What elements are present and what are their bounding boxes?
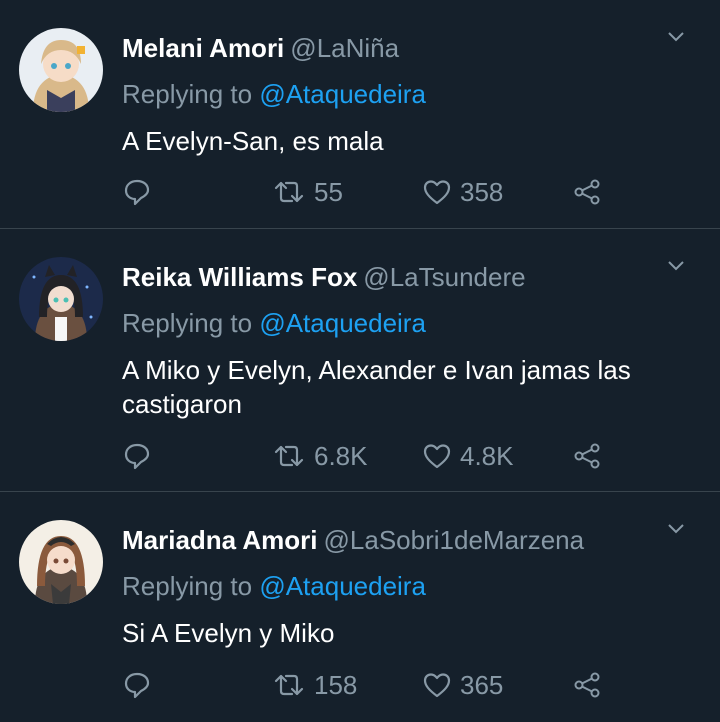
tweet-header: Mariadna Amori @LaSobri1deMarzena (122, 524, 584, 556)
like-icon (423, 673, 451, 698)
tweet[interactable]: Melani Amori @LaNiña Replying to @Ataqued… (0, 0, 720, 229)
reply-icon (124, 672, 150, 699)
reply-icon (124, 179, 150, 206)
replying-to: Replying to @Ataquedeira (122, 570, 426, 602)
retweet-count: 55 (314, 176, 343, 207)
retweet-button[interactable]: 55 (272, 174, 343, 210)
reply-button[interactable] (122, 174, 152, 210)
tweet[interactable]: Mariadna Amori @LaSobri1deMarzena Replyin… (0, 492, 720, 722)
avatar[interactable] (19, 28, 103, 112)
like-count: 358 (460, 176, 504, 207)
like-button[interactable]: 4.8K (422, 438, 514, 474)
tweet[interactable]: Reika Williams Fox @LaTsundere Replying t… (0, 229, 720, 492)
tweet-actions: 55 358 (122, 174, 622, 210)
share-icon (574, 672, 600, 698)
share-icon (574, 443, 600, 469)
reply-button[interactable] (122, 667, 152, 703)
share-button[interactable] (572, 438, 602, 474)
tweet-text: Si A Evelyn y Miko (122, 618, 335, 648)
like-button[interactable]: 358 (422, 174, 503, 210)
display-name[interactable]: Mariadna Amori (122, 525, 318, 555)
tweet-actions: 6.8K 4.8K (122, 438, 622, 474)
share-icon (574, 179, 600, 205)
chevron-down-icon[interactable] (666, 259, 686, 273)
retweet-button[interactable]: 158 (272, 667, 357, 703)
display-name[interactable]: Melani Amori (122, 33, 284, 63)
user-handle[interactable]: @LaNiña (290, 33, 399, 63)
like-count: 365 (460, 669, 504, 700)
display-name[interactable]: Reika Williams Fox (122, 262, 357, 292)
tweet-header: Reika Williams Fox @LaTsundere (122, 261, 526, 293)
tweet-feed: Melani Amori @LaNiña Replying to @Ataqued… (0, 0, 720, 722)
like-button[interactable]: 365 (422, 667, 503, 703)
share-button[interactable] (572, 174, 602, 210)
avatar[interactable] (19, 520, 103, 604)
chevron-down-icon[interactable] (666, 30, 686, 44)
replying-prefix: Replying to (122, 571, 253, 601)
like-icon (423, 444, 451, 469)
retweet-icon (274, 181, 304, 203)
mention-link[interactable]: @Ataquedeira (259, 571, 426, 601)
tweet-header: Melani Amori @LaNiña (122, 32, 399, 64)
user-handle[interactable]: @LaSobri1deMarzena (324, 525, 585, 555)
retweet-icon (274, 445, 304, 467)
retweet-icon (274, 674, 304, 696)
mention-link[interactable]: @Ataquedeira (259, 308, 426, 338)
retweet-count: 6.8K (314, 440, 368, 471)
like-count: 4.8K (460, 440, 514, 471)
retweet-button[interactable]: 6.8K (272, 438, 368, 474)
reply-icon (124, 443, 150, 470)
replying-to: Replying to @Ataquedeira (122, 307, 426, 339)
replying-to: Replying to @Ataquedeira (122, 78, 426, 110)
chevron-down-icon[interactable] (666, 522, 686, 536)
reply-button[interactable] (122, 438, 152, 474)
tweet-text: A Miko y Evelyn, Alexander e Ivan jamas … (122, 355, 631, 419)
replying-prefix: Replying to (122, 79, 253, 109)
replying-prefix: Replying to (122, 308, 253, 338)
user-handle[interactable]: @LaTsundere (363, 262, 525, 292)
retweet-count: 158 (314, 669, 358, 700)
avatar[interactable] (19, 257, 103, 341)
tweet-actions: 158 365 (122, 667, 622, 703)
mention-link[interactable]: @Ataquedeira (259, 79, 426, 109)
like-icon (423, 180, 451, 205)
share-button[interactable] (572, 667, 602, 703)
tweet-text: A Evelyn-San, es mala (122, 126, 384, 156)
